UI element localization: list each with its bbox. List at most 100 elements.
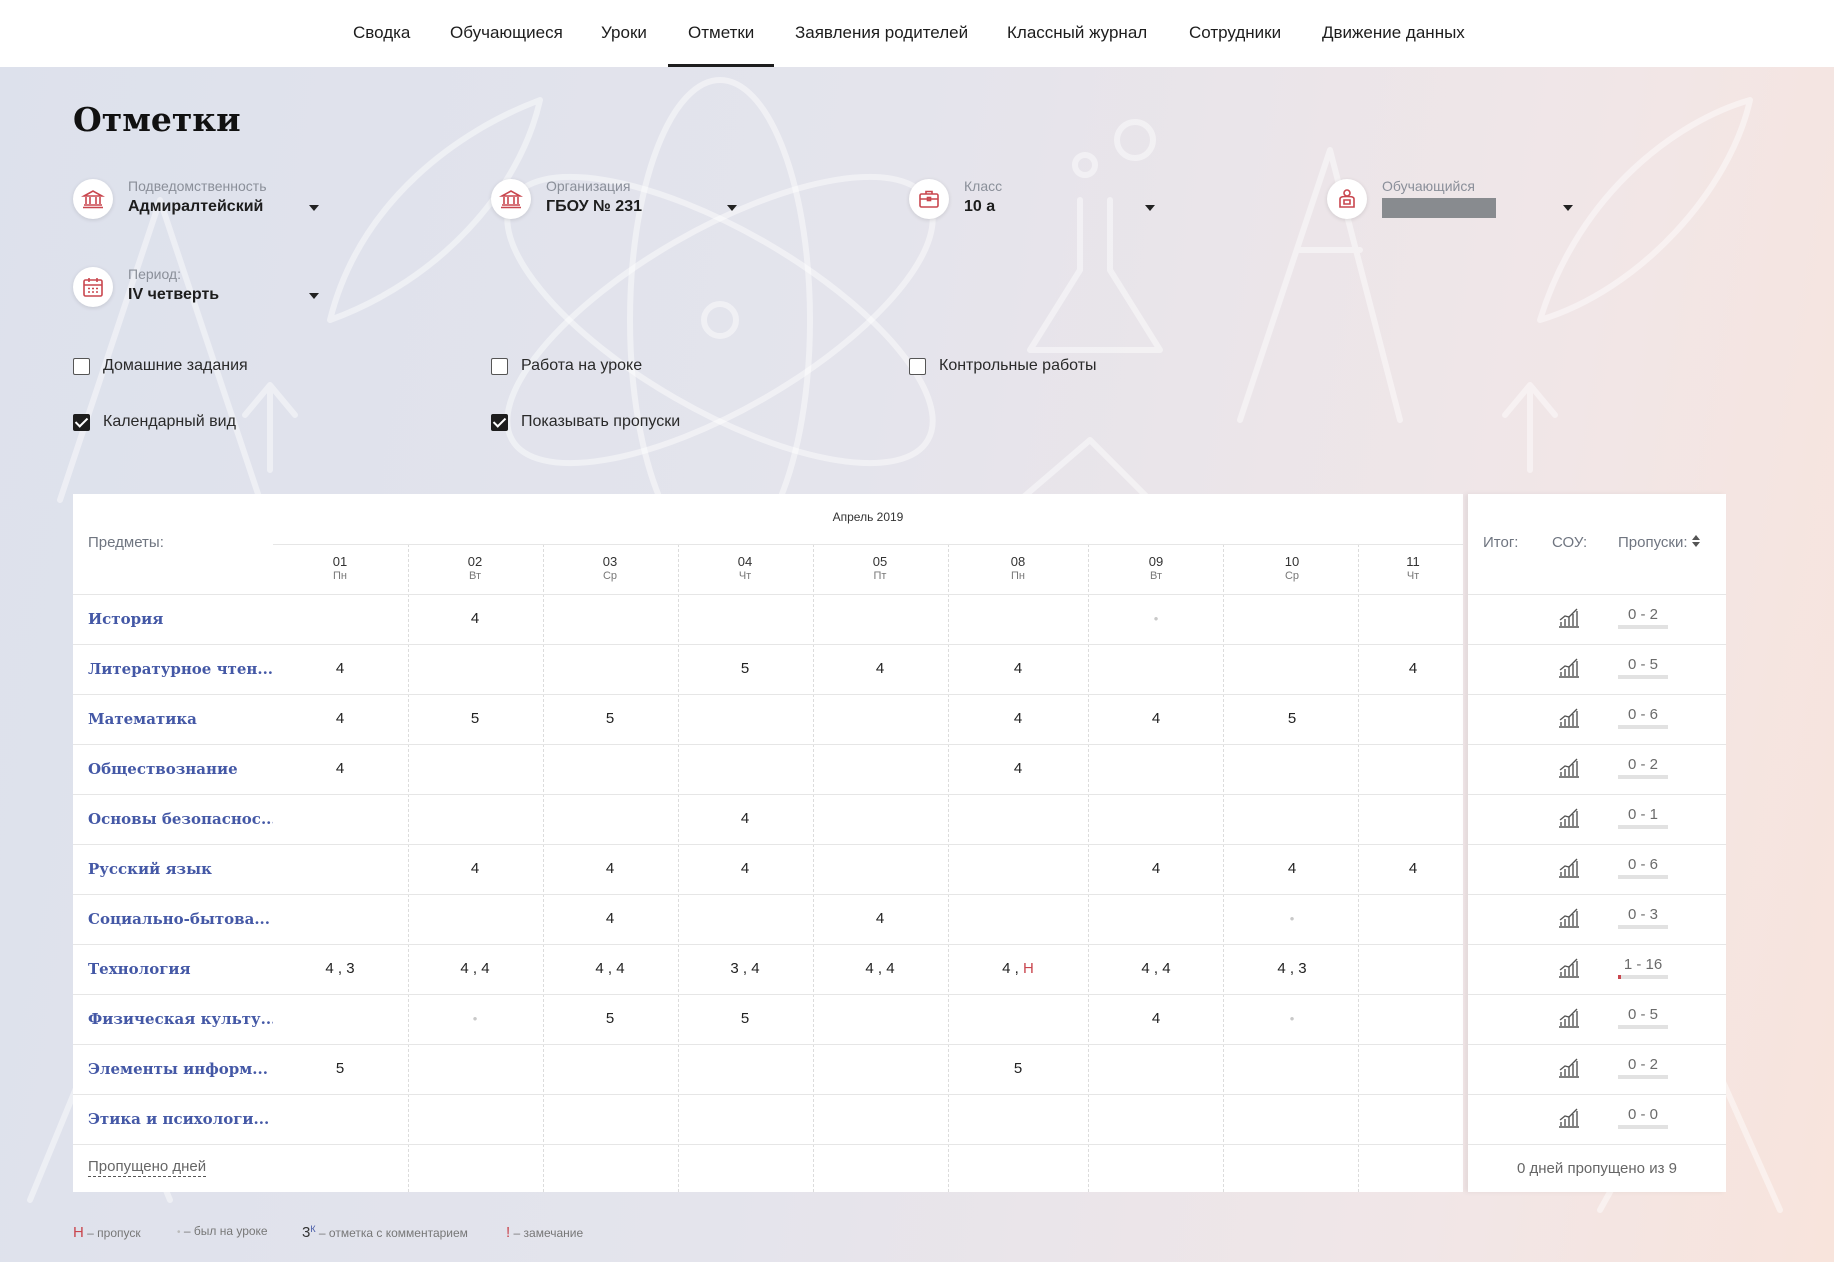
checkbox-box[interactable] bbox=[73, 414, 90, 431]
mark-cell[interactable]: 4 , 3 bbox=[300, 960, 380, 977]
checkbox-box[interactable] bbox=[491, 358, 508, 375]
mark-cell[interactable]: 4 bbox=[705, 860, 785, 877]
chart-icon[interactable] bbox=[1558, 958, 1580, 978]
student-value-redacted bbox=[1382, 198, 1496, 218]
subject-link[interactable]: Литературное чтен... bbox=[88, 660, 273, 678]
absences-counter[interactable]: 0 - 3 bbox=[1618, 906, 1668, 929]
absences-counter[interactable]: 0 - 1 bbox=[1618, 806, 1668, 829]
mark-cell[interactable]: 4 , 4 bbox=[1116, 960, 1196, 977]
chart-icon[interactable] bbox=[1558, 1058, 1580, 1078]
mark-cell[interactable]: 5 bbox=[705, 660, 785, 677]
chart-icon[interactable] bbox=[1558, 658, 1580, 678]
nav-students[interactable]: Обучающиеся bbox=[450, 0, 563, 67]
subordination-select[interactable]: Подведомственность Адмиралтейский bbox=[73, 178, 333, 225]
mark-cell[interactable]: 4 , 3 bbox=[1252, 960, 1332, 977]
chart-icon[interactable] bbox=[1558, 1108, 1580, 1128]
chevron-down-icon[interactable] bbox=[309, 205, 319, 211]
period-select[interactable]: Период: IV четверть bbox=[73, 266, 333, 313]
subject-link[interactable]: История bbox=[88, 610, 163, 628]
nav-class-journal[interactable]: Классный журнал bbox=[1007, 0, 1147, 67]
chevron-down-icon[interactable] bbox=[1563, 205, 1573, 211]
mark-cell[interactable]: 4 bbox=[570, 910, 650, 927]
subject-link[interactable]: Обществознание bbox=[88, 760, 238, 778]
mark-cell[interactable]: 4 , 4 bbox=[435, 960, 515, 977]
mark-cell[interactable]: 4 bbox=[1116, 710, 1196, 727]
mark-cell[interactable]: 5 bbox=[1252, 710, 1332, 727]
absences-counter[interactable]: 0 - 2 bbox=[1618, 756, 1668, 779]
nav-marks[interactable]: Отметки bbox=[667, 0, 775, 67]
mark-cell[interactable]: 4 bbox=[840, 910, 920, 927]
mark-cell[interactable]: 4 bbox=[300, 760, 380, 777]
chart-icon[interactable] bbox=[1558, 708, 1580, 728]
nav-data-movement[interactable]: Движение данных bbox=[1322, 0, 1465, 67]
sort-icon[interactable] bbox=[1691, 535, 1701, 549]
mark-cell[interactable]: • bbox=[435, 1010, 515, 1027]
subject-link[interactable]: Русский язык bbox=[88, 860, 212, 878]
chevron-down-icon[interactable] bbox=[727, 205, 737, 211]
chart-icon[interactable] bbox=[1558, 1008, 1580, 1028]
mark-cell[interactable]: 4 bbox=[1373, 660, 1453, 677]
mark-cell[interactable]: 5 bbox=[705, 1010, 785, 1027]
subject-link[interactable]: Технология bbox=[88, 960, 191, 978]
mark-cell[interactable]: 4 , Н bbox=[978, 960, 1058, 977]
mark-cell[interactable]: 4 bbox=[435, 860, 515, 877]
nav-summary[interactable]: Сводка bbox=[353, 0, 410, 67]
student-select[interactable]: Обучающийся bbox=[1327, 178, 1587, 225]
mark-cell[interactable]: 4 bbox=[1116, 860, 1196, 877]
mark-cell[interactable]: 4 , 4 bbox=[840, 960, 920, 977]
mark-cell[interactable]: 5 bbox=[570, 710, 650, 727]
absences-counter[interactable]: 0 - 6 bbox=[1618, 706, 1668, 729]
subject-link[interactable]: Социально-бытова... bbox=[88, 910, 270, 928]
mark-cell[interactable]: 4 , 4 bbox=[570, 960, 650, 977]
organization-select[interactable]: Организация ГБОУ № 231 bbox=[491, 178, 751, 225]
nav-lessons[interactable]: Уроки bbox=[601, 0, 647, 67]
missed-days-label[interactable]: Пропущено дней bbox=[88, 1158, 207, 1177]
mark-cell[interactable]: 5 bbox=[300, 1060, 380, 1077]
nav-parent-applications[interactable]: Заявления родителей bbox=[795, 0, 968, 67]
absences-counter[interactable]: 0 - 5 bbox=[1618, 656, 1668, 679]
mark-cell[interactable]: 4 bbox=[978, 760, 1058, 777]
mark-cell[interactable]: 4 bbox=[300, 660, 380, 677]
mark-cell[interactable]: 5 bbox=[570, 1010, 650, 1027]
chart-icon[interactable] bbox=[1558, 858, 1580, 878]
absences-counter[interactable]: 0 - 2 bbox=[1618, 606, 1668, 629]
chart-icon[interactable] bbox=[1558, 908, 1580, 928]
mark-cell[interactable]: 4 bbox=[840, 660, 920, 677]
subject-link[interactable]: Этика и психологи... bbox=[88, 1110, 269, 1128]
checkbox-box[interactable] bbox=[491, 414, 508, 431]
mark-cell[interactable]: 5 bbox=[435, 710, 515, 727]
mark-cell[interactable]: 4 bbox=[705, 810, 785, 827]
absences-counter[interactable]: 0 - 6 bbox=[1618, 856, 1668, 879]
chart-icon[interactable] bbox=[1558, 758, 1580, 778]
absences-sort-header[interactable]: Пропуски: bbox=[1618, 534, 1701, 551]
class-select[interactable]: Класс 10 а bbox=[909, 178, 1169, 225]
mark-cell[interactable]: 4 bbox=[570, 860, 650, 877]
absences-counter[interactable]: 1 - 16 bbox=[1618, 956, 1668, 979]
nav-staff[interactable]: Сотрудники bbox=[1189, 0, 1281, 67]
subject-link[interactable]: Физическая культу... bbox=[88, 1010, 276, 1028]
absences-counter[interactable]: 0 - 5 bbox=[1618, 1006, 1668, 1029]
absences-counter[interactable]: 0 - 0 bbox=[1618, 1106, 1668, 1129]
mark-cell[interactable]: • bbox=[1252, 910, 1332, 927]
subject-link[interactable]: Элементы информ... bbox=[88, 1060, 268, 1078]
subject-link[interactable]: Математика bbox=[88, 710, 197, 728]
chart-icon[interactable] bbox=[1558, 808, 1580, 828]
mark-cell[interactable]: 4 bbox=[978, 660, 1058, 677]
subject-link[interactable]: Основы безопаснос... bbox=[88, 810, 277, 828]
checkbox-box[interactable] bbox=[73, 358, 90, 375]
mark-cell[interactable]: 4 bbox=[978, 710, 1058, 727]
mark-cell[interactable]: 3 , 4 bbox=[705, 960, 785, 977]
chevron-down-icon[interactable] bbox=[309, 293, 319, 299]
mark-cell[interactable]: • bbox=[1252, 1010, 1332, 1027]
mark-cell[interactable]: 4 bbox=[435, 610, 515, 627]
mark-cell[interactable]: 4 bbox=[300, 710, 380, 727]
mark-cell[interactable]: 5 bbox=[978, 1060, 1058, 1077]
mark-cell[interactable]: 4 bbox=[1116, 1010, 1196, 1027]
checkbox-box[interactable] bbox=[909, 358, 926, 375]
absences-counter[interactable]: 0 - 2 bbox=[1618, 1056, 1668, 1079]
mark-cell[interactable]: 4 bbox=[1252, 860, 1332, 877]
mark-cell[interactable]: 4 bbox=[1373, 860, 1453, 877]
mark-cell[interactable]: • bbox=[1116, 610, 1196, 627]
chart-icon[interactable] bbox=[1558, 608, 1580, 628]
chevron-down-icon[interactable] bbox=[1145, 205, 1155, 211]
